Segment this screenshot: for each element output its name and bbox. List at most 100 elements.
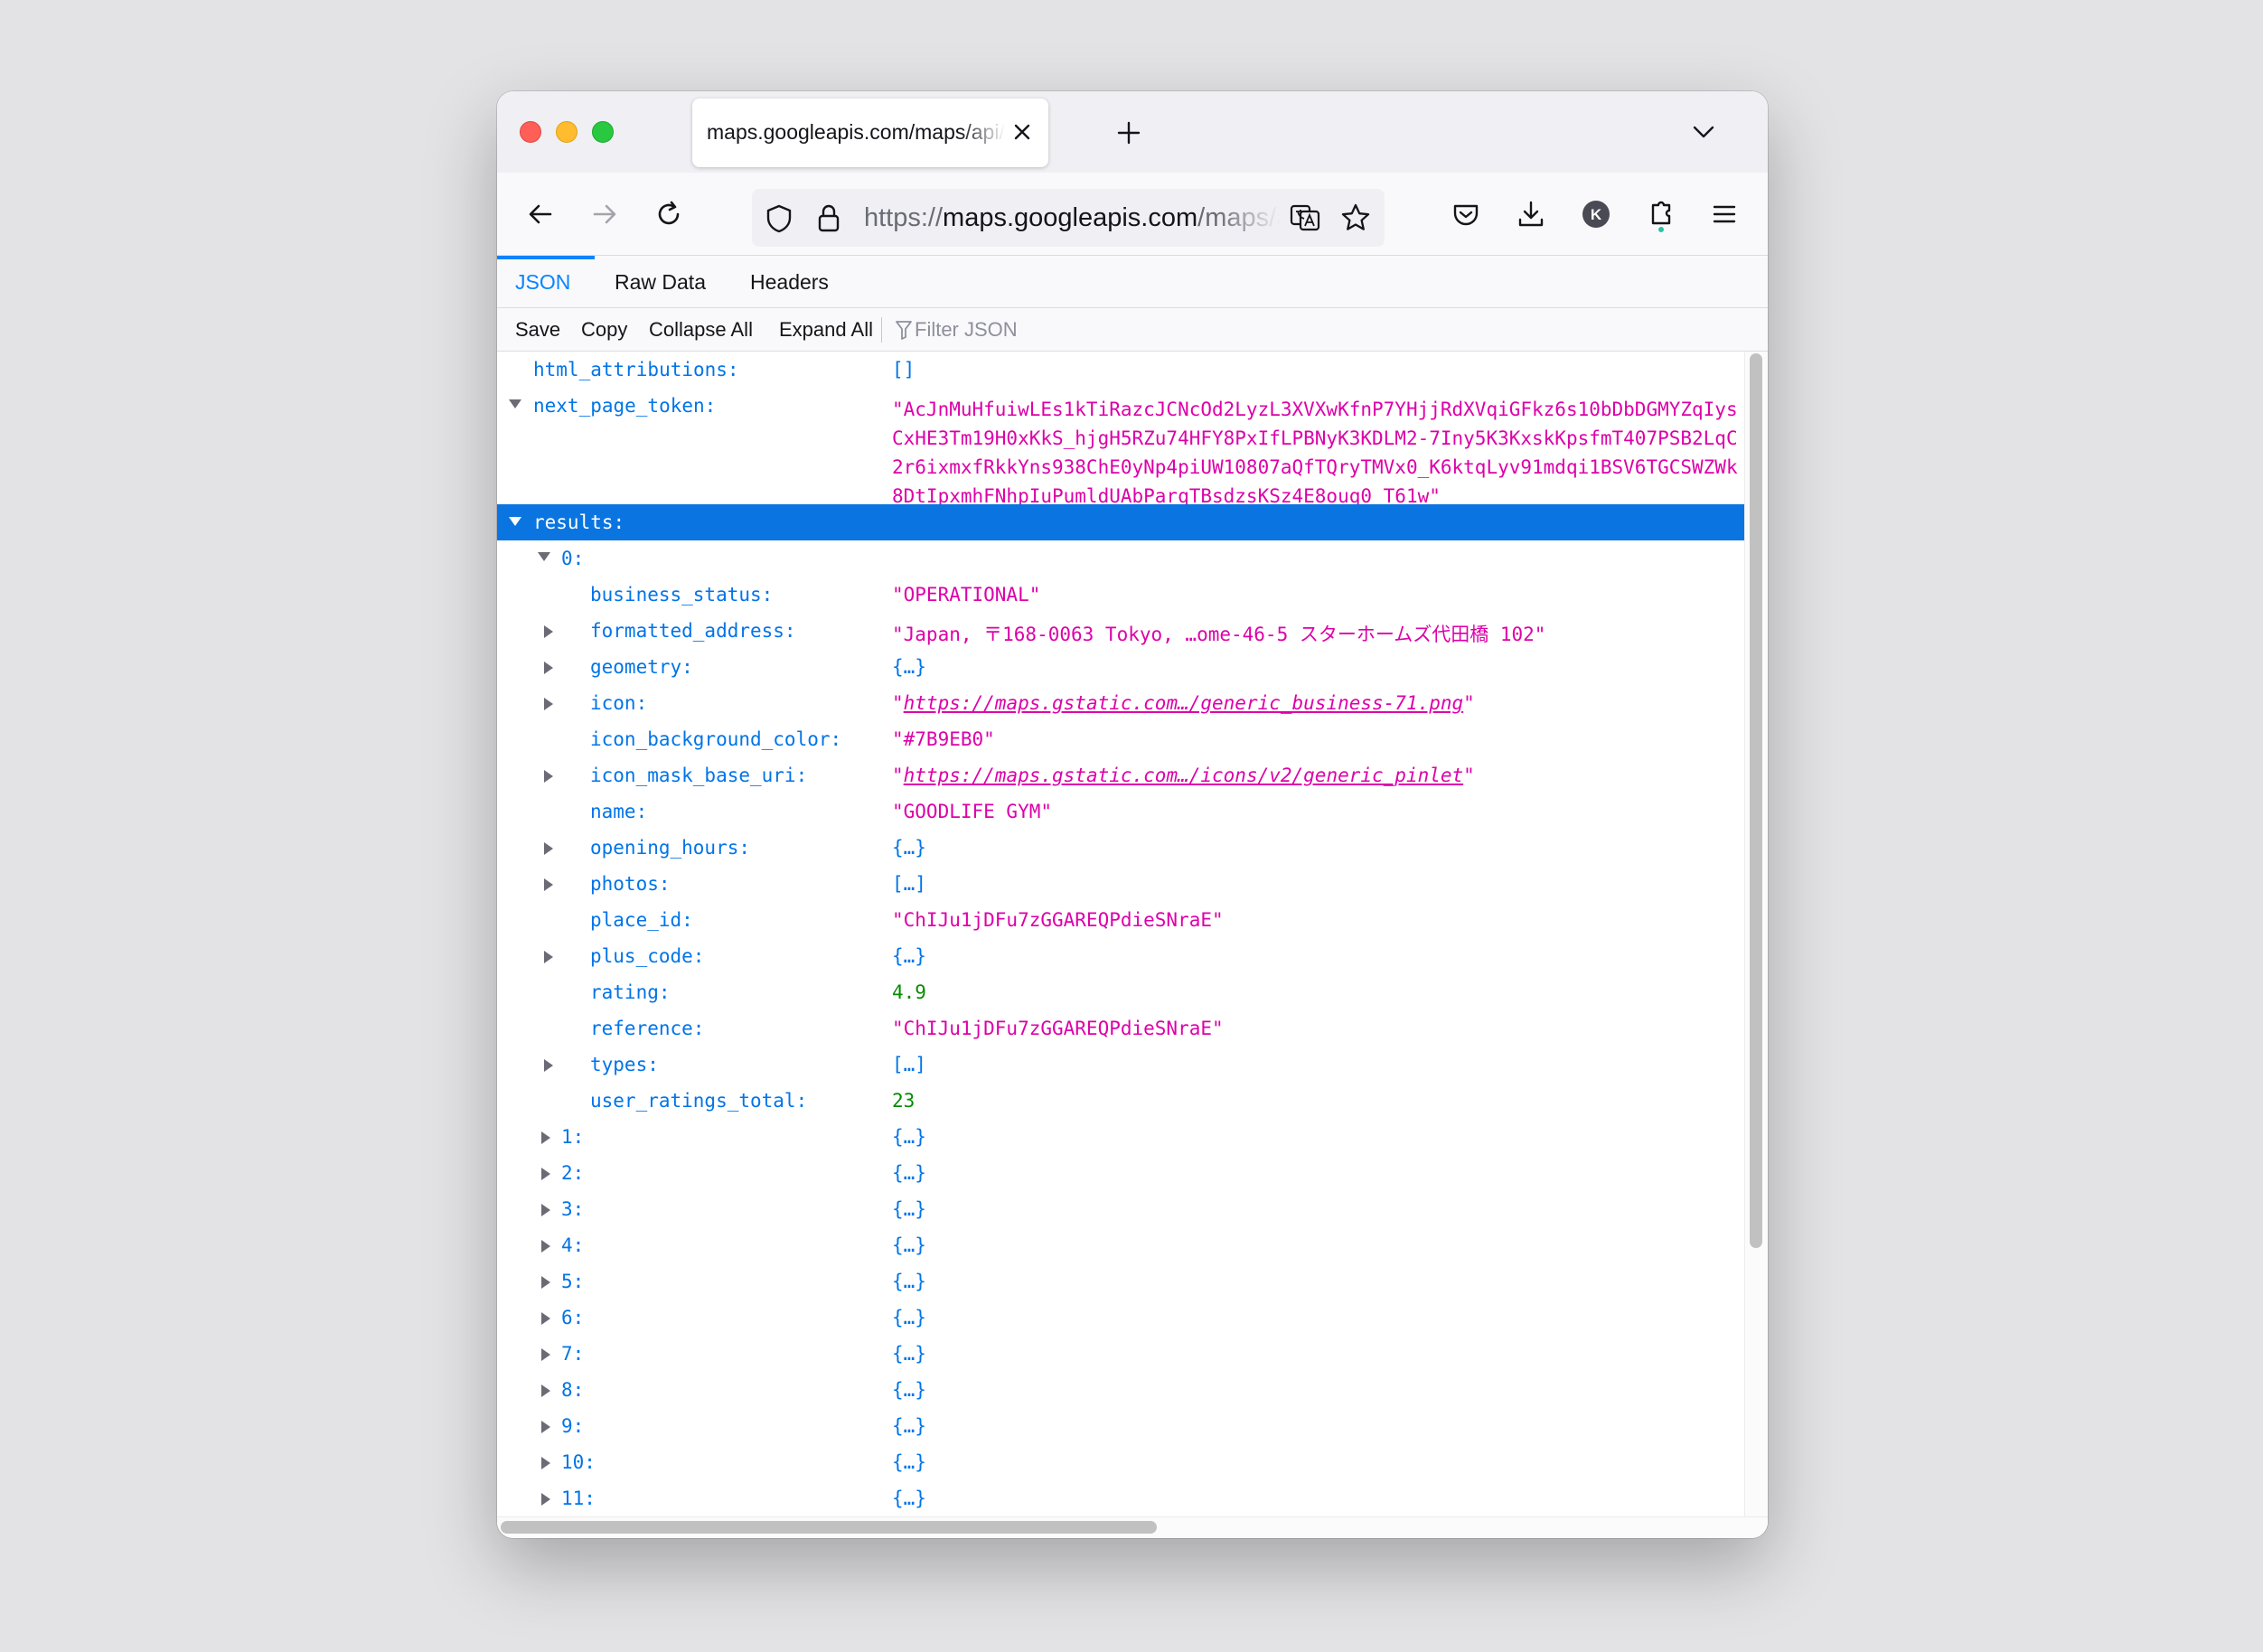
json-key: photos: (590, 873, 671, 895)
minimize-window-button[interactable] (556, 121, 577, 143)
expand-toggle-icon[interactable] (544, 951, 553, 963)
json-row-result-0-field[interactable]: geometry: {…} (497, 649, 1744, 685)
expand-toggle-icon[interactable] (509, 517, 521, 526)
close-icon[interactable] (1010, 120, 1034, 144)
json-row-result-0-field[interactable]: business_status: "OPERATIONAL" (497, 577, 1744, 613)
expand-toggle-icon[interactable] (541, 1384, 550, 1397)
shield-icon[interactable] (765, 203, 793, 234)
json-row-result-0-field[interactable]: types: […] (497, 1047, 1744, 1083)
json-row-result-item[interactable]: 1: {…} (497, 1119, 1744, 1155)
expand-toggle-icon[interactable] (509, 399, 521, 408)
json-link[interactable]: https://maps.gstatic.com…/icons/v2/gener… (904, 765, 1464, 786)
expand-toggle-icon[interactable] (541, 1168, 550, 1180)
json-row-result-item[interactable]: 4: {…} (497, 1227, 1744, 1263)
json-row-result-item[interactable]: 6: {…} (497, 1300, 1744, 1336)
url-domain: maps.googleapis.com (943, 203, 1198, 232)
json-row-result-item[interactable]: 7: {…} (497, 1336, 1744, 1372)
json-tree: html_attributions: [] next_page_token: "… (497, 352, 1744, 1526)
expand-toggle-icon[interactable] (544, 662, 553, 674)
json-row-result-item[interactable]: 8: {…} (497, 1372, 1744, 1408)
expand-toggle-icon[interactable] (541, 1131, 550, 1144)
json-value[interactable]: "https://maps.gstatic.com…/icons/v2/gene… (892, 765, 1475, 786)
json-row-result-0-field[interactable]: icon_mask_base_uri: "https://maps.gstatic… (497, 757, 1744, 793)
expand-toggle-icon[interactable] (541, 1348, 550, 1361)
vertical-scrollbar-thumb[interactable] (1750, 353, 1762, 1248)
json-value: [] (892, 359, 916, 380)
expand-toggle-icon[interactable] (541, 1312, 550, 1325)
expand-all-button[interactable]: Expand All (779, 308, 873, 352)
download-icon[interactable] (1511, 194, 1551, 234)
json-value: "OPERATIONAL" (892, 584, 1041, 605)
json-row-result-0-field[interactable]: user_ratings_total: 23 (497, 1083, 1744, 1119)
json-row-result-0-field[interactable]: icon: "https://maps.gstatic.com…/generic_… (497, 685, 1744, 721)
expand-toggle-icon[interactable] (544, 698, 553, 710)
translate-icon[interactable] (1289, 202, 1321, 234)
copy-button[interactable]: Copy (581, 308, 627, 352)
new-tab-icon[interactable] (1113, 117, 1144, 148)
save-button[interactable]: Save (515, 308, 560, 352)
expand-toggle-icon[interactable] (541, 1493, 550, 1506)
expand-toggle-icon[interactable] (541, 1240, 550, 1253)
json-key: place_id: (590, 909, 693, 931)
expand-toggle-icon[interactable] (541, 1276, 550, 1289)
expand-toggle-icon[interactable] (544, 878, 553, 891)
json-row-result-0-field[interactable]: rating: 4.9 (497, 974, 1744, 1010)
json-value: {…} (892, 1379, 926, 1401)
expand-toggle-icon[interactable] (544, 625, 553, 638)
reload-icon[interactable] (649, 194, 689, 234)
json-row-next-page-token[interactable]: next_page_token: "AcJnMuHfuiwLEs1kTiRazc… (497, 388, 1744, 510)
json-key: reference: (590, 1018, 705, 1039)
close-window-button[interactable] (520, 121, 541, 143)
filter-json-input[interactable]: Filter JSON (887, 308, 1159, 352)
extensions-icon[interactable] (1641, 194, 1681, 234)
menu-icon[interactable] (1704, 194, 1744, 234)
forward-arrow-icon[interactable] (585, 194, 624, 234)
bookmark-star-icon[interactable] (1339, 202, 1372, 234)
json-row-result-item[interactable]: 2: {…} (497, 1155, 1744, 1191)
json-value[interactable]: "https://maps.gstatic.com…/generic_busin… (892, 692, 1475, 714)
json-row-result-0-field[interactable]: photos: […] (497, 866, 1744, 902)
tab-title: maps.googleapis.com/maps/api/place/nearb… (707, 120, 1005, 144)
json-toolbar: Save Copy Collapse All Expand All Filter… (497, 308, 1768, 352)
json-row-result-0[interactable]: 0: (497, 540, 1744, 577)
json-row-result-0-field[interactable]: plus_code: {…} (497, 938, 1744, 974)
expand-toggle-icon[interactable] (541, 1421, 550, 1433)
json-row-html-attributions[interactable]: html_attributions: [] (497, 352, 1744, 388)
profile-avatar[interactable]: K (1576, 194, 1616, 234)
json-value: {…} (892, 1271, 926, 1292)
expand-toggle-icon[interactable] (541, 1457, 550, 1469)
address-bar[interactable]: https://maps.googleapis.com/maps/api/pla… (752, 189, 1385, 247)
json-row-result-0-field[interactable]: formatted_address: "Japan, 〒168-0063 Toky… (497, 613, 1744, 649)
json-row-result-0-field[interactable]: place_id: "ChIJu1jDFu7zGGAREQPdieSNraE" (497, 902, 1744, 938)
json-row-result-item[interactable]: 11: {…} (497, 1480, 1744, 1516)
json-row-results[interactable]: results: (497, 504, 1744, 540)
pocket-icon[interactable] (1446, 194, 1486, 234)
lock-icon[interactable] (815, 203, 842, 234)
horizontal-scrollbar-thumb[interactable] (501, 1521, 1157, 1534)
expand-toggle-icon[interactable] (544, 1059, 553, 1072)
json-key: user_ratings_total: (590, 1090, 808, 1112)
expand-toggle-icon[interactable] (544, 770, 553, 783)
url-text[interactable]: https://maps.googleapis.com/maps/api/pla… (864, 203, 1280, 234)
expand-toggle-icon[interactable] (538, 552, 550, 561)
json-row-result-item[interactable]: 10: {…} (497, 1444, 1744, 1480)
json-row-result-item[interactable]: 3: {…} (497, 1191, 1744, 1227)
expand-toggle-icon[interactable] (541, 1204, 550, 1216)
json-row-result-0-field[interactable]: name: "GOODLIFE GYM" (497, 793, 1744, 830)
back-arrow-icon[interactable] (521, 194, 560, 234)
zoom-window-button[interactable] (592, 121, 614, 143)
json-row-result-0-field[interactable]: icon_background_color: "#7B9EB0" (497, 721, 1744, 757)
json-row-result-item[interactable]: 5: {…} (497, 1263, 1744, 1300)
json-row-result-item[interactable]: 9: {…} (497, 1408, 1744, 1444)
browser-tab[interactable]: maps.googleapis.com/maps/api/place/nearb… (692, 99, 1048, 167)
tab-headers[interactable]: Headers (732, 256, 847, 308)
json-row-result-0-field[interactable]: reference: "ChIJu1jDFu7zGGAREQPdieSNraE" (497, 1010, 1744, 1047)
expand-toggle-icon[interactable] (544, 842, 553, 855)
json-value: {…} (892, 837, 926, 859)
collapse-all-button[interactable]: Collapse All (649, 308, 753, 352)
tab-json[interactable]: JSON (497, 256, 595, 308)
json-row-result-0-field[interactable]: opening_hours: {…} (497, 830, 1744, 866)
json-link[interactable]: https://maps.gstatic.com…/generic_busine… (904, 692, 1464, 714)
tab-raw-data[interactable]: Raw Data (596, 256, 724, 308)
chevron-down-icon[interactable] (1690, 118, 1717, 145)
